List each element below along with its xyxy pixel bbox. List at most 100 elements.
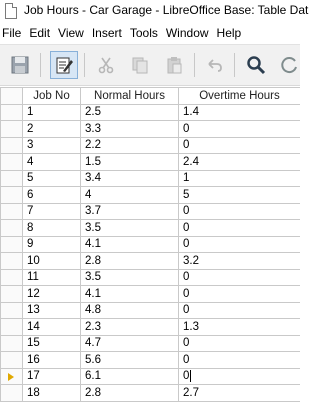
table-row[interactable]: 2 3.3 0 [0,120,300,138]
cell-job-no[interactable]: 1 [22,103,81,121]
table-row[interactable]: 10 2.8 3.2 [0,252,300,270]
row-selector[interactable] [0,318,23,336]
cell-normal-hours[interactable]: 2.5 [80,103,179,121]
cell-normal-hours[interactable]: 2.3 [80,318,179,336]
row-selector[interactable] [0,120,23,138]
cell-job-no[interactable]: 9 [22,235,81,253]
table-row[interactable]: 15 4.7 0 [0,334,300,352]
cell-overtime-hours[interactable]: 0 [178,235,300,253]
cell-normal-hours[interactable]: 2.2 [80,136,179,154]
cell-normal-hours[interactable]: 2.8 [80,384,179,402]
cell-overtime-hours[interactable]: 0 [178,301,300,319]
row-selector[interactable] [0,252,23,270]
cell-job-no[interactable]: 4 [22,153,81,171]
cell-overtime-hours[interactable]: 0 [178,334,300,352]
row-selector[interactable] [0,351,23,369]
row-selector[interactable] [0,367,23,385]
table-row[interactable]: 18 2.8 2.7 [0,384,300,402]
table-row[interactable]: 6 4 5 [0,186,300,204]
row-selector[interactable] [0,301,23,319]
row-selector[interactable] [0,153,23,171]
cell-overtime-hours[interactable]: 0 [178,202,300,220]
table-row[interactable]: 16 5.6 0 [0,351,300,369]
row-header-corner[interactable] [0,87,23,105]
cell-job-no[interactable]: 18 [22,384,81,402]
cell-overtime-hours[interactable]: 0 [178,136,300,154]
table-row[interactable]: 7 3.7 0 [0,202,300,220]
row-selector[interactable] [0,219,23,237]
cell-job-no[interactable]: 15 [22,334,81,352]
cell-job-no[interactable]: 7 [22,202,81,220]
cell-overtime-hours[interactable]: 1.3 [178,318,300,336]
cell-overtime-hours[interactable]: 0 [178,219,300,237]
cell-job-no[interactable]: 17 [22,367,81,385]
cut-button[interactable] [92,51,120,79]
table-row[interactable]: 14 2.3 1.3 [0,318,300,336]
cell-job-no[interactable]: 16 [22,351,81,369]
cell-job-no[interactable]: 6 [22,186,81,204]
menu-view[interactable]: View [54,26,88,40]
cell-normal-hours[interactable]: 4 [80,186,179,204]
data-grid[interactable]: Job No Normal Hours Overtime Hours 1 2.5 1… [0,87,300,417]
table-row[interactable]: 17 6.1 0 [0,367,300,385]
cell-normal-hours[interactable]: 5.6 [80,351,179,369]
menu-file[interactable]: File [0,26,25,40]
paste-button[interactable] [160,51,188,79]
cell-overtime-hours[interactable]: 2.4 [178,153,300,171]
cell-normal-hours[interactable]: 4.1 [80,235,179,253]
column-header-job-no[interactable]: Job No [22,87,81,105]
cell-overtime-hours[interactable]: 1 [178,169,300,187]
cell-job-no[interactable]: 5 [22,169,81,187]
cell-overtime-hours[interactable]: 0 [178,268,300,286]
cell-overtime-hours[interactable]: 5 [178,186,300,204]
cell-job-no[interactable]: 11 [22,268,81,286]
cell-overtime-hours[interactable]: 3.2 [178,252,300,270]
cell-job-no[interactable]: 8 [22,219,81,237]
column-header-overtime-hours[interactable]: Overtime Hours [178,87,300,105]
cell-overtime-hours[interactable]: 0 [178,351,300,369]
row-selector[interactable] [0,136,23,154]
table-row[interactable]: 5 3.4 1 [0,169,300,187]
table-row[interactable]: 4 1.5 2.4 [0,153,300,171]
cell-normal-hours[interactable]: 4.7 [80,334,179,352]
cell-normal-hours[interactable]: 1.5 [80,153,179,171]
cell-overtime-hours[interactable]: 2.7 [178,384,300,402]
cell-normal-hours[interactable]: 3.4 [80,169,179,187]
cell-job-no[interactable]: 13 [22,301,81,319]
cell-overtime-hours[interactable]: 0 [178,367,300,385]
cell-overtime-hours[interactable]: 0 [178,120,300,138]
table-row[interactable]: 12 4.1 0 [0,285,300,303]
undo-button[interactable] [200,51,228,79]
cell-normal-hours[interactable]: 3.7 [80,202,179,220]
menu-tools[interactable]: Tools [126,26,162,40]
menu-help[interactable]: Help [213,26,246,40]
cell-normal-hours[interactable]: 2.8 [80,252,179,270]
cell-job-no[interactable]: 10 [22,252,81,270]
menu-edit[interactable]: Edit [25,26,54,40]
column-header-normal-hours[interactable]: Normal Hours [80,87,179,105]
cell-job-no[interactable]: 12 [22,285,81,303]
refresh-button[interactable] [276,51,304,79]
row-selector[interactable] [0,268,23,286]
cell-normal-hours[interactable]: 6.1 [80,367,179,385]
find-button[interactable] [242,51,270,79]
edit-mode-button[interactable] [50,51,78,79]
cell-normal-hours[interactable]: 3.5 [80,268,179,286]
cell-job-no[interactable]: 2 [22,120,81,138]
cell-job-no[interactable]: 14 [22,318,81,336]
table-row[interactable]: 9 4.1 0 [0,235,300,253]
row-selector[interactable] [0,384,23,402]
cell-overtime-hours[interactable]: 1.4 [178,103,300,121]
table-row[interactable]: 1 2.5 1.4 [0,103,300,121]
table-row[interactable]: 13 4.8 0 [0,301,300,319]
table-row[interactable]: 3 2.2 0 [0,136,300,154]
cell-normal-hours[interactable]: 4.8 [80,301,179,319]
cell-job-no[interactable]: 3 [22,136,81,154]
table-row[interactable]: 11 3.5 0 [0,268,300,286]
save-button[interactable] [6,51,34,79]
cell-normal-hours[interactable]: 3.5 [80,219,179,237]
cell-overtime-hours[interactable]: 0 [178,285,300,303]
row-selector[interactable] [0,169,23,187]
row-selector[interactable] [0,186,23,204]
copy-button[interactable] [126,51,154,79]
